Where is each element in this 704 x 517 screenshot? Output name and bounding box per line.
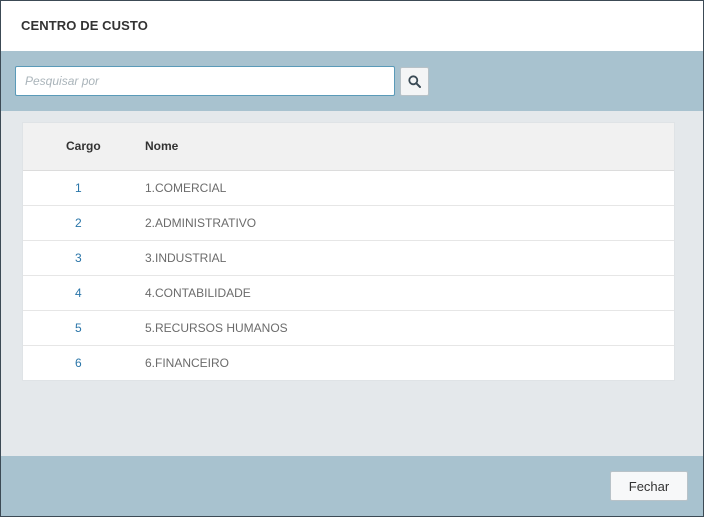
column-header-cargo[interactable]: Cargo [66,139,101,153]
cargo-link[interactable]: 3 [75,251,82,265]
table-row[interactable]: 2 2.ADMINISTRATIVO [23,206,674,241]
modal-header: CENTRO DE CUSTO [1,1,703,51]
search-bar [1,51,703,111]
search-icon [408,75,421,88]
modal-footer: Fechar [1,456,703,516]
cargo-link[interactable]: 4 [75,286,82,300]
cost-center-modal: CENTRO DE CUSTO Cargo Nome 1 1.COMERCIAL… [1,1,703,516]
cargo-link[interactable]: 1 [75,181,82,195]
cargo-link[interactable]: 2 [75,216,82,230]
close-button[interactable]: Fechar [610,471,688,501]
table-row[interactable]: 3 3.INDUSTRIAL [23,241,674,276]
nome-cell: 1.COMERCIAL [145,181,227,195]
cost-center-table: Cargo Nome 1 1.COMERCIAL 2 2.ADMINISTRAT… [22,122,675,381]
nome-cell: 5.RECURSOS HUMANOS [145,321,288,335]
table-row[interactable]: 6 6.FINANCEIRO [23,346,674,380]
search-input[interactable] [15,66,395,96]
nome-cell: 6.FINANCEIRO [145,356,230,370]
modal-title: CENTRO DE CUSTO [21,18,148,33]
table-header: Cargo Nome [23,123,674,171]
nome-cell: 2.ADMINISTRATIVO [145,216,257,230]
cargo-link[interactable]: 5 [75,321,82,335]
nome-cell: 4.CONTABILIDADE [145,286,251,300]
cargo-link[interactable]: 6 [75,356,82,370]
search-button[interactable] [400,67,429,96]
table-row[interactable]: 5 5.RECURSOS HUMANOS [23,311,674,346]
column-header-nome[interactable]: Nome [145,139,178,153]
table-body: 1 1.COMERCIAL 2 2.ADMINISTRATIVO 3 3.IND… [23,171,674,380]
table-row[interactable]: 4 4.CONTABILIDADE [23,276,674,311]
table-row[interactable]: 1 1.COMERCIAL [23,171,674,206]
nome-cell: 3.INDUSTRIAL [145,251,227,265]
